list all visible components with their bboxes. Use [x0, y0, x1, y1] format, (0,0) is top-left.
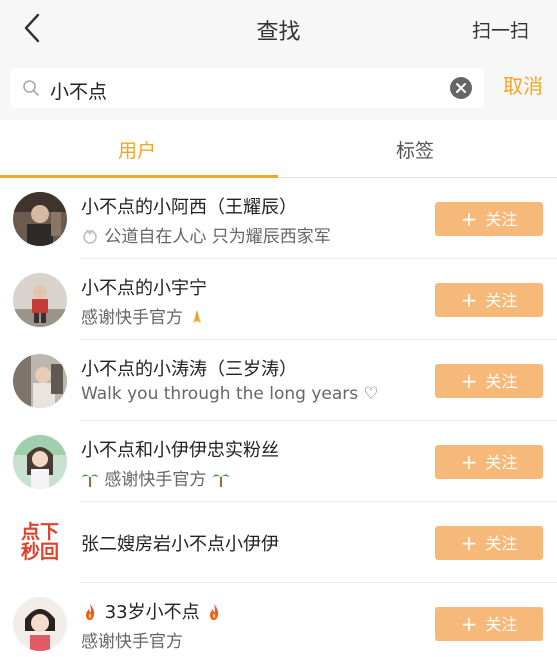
palm-tree-icon: [212, 470, 230, 488]
user-name: 33岁小不点: [81, 598, 223, 624]
search-query: 小不点: [50, 81, 108, 103]
plus-icon: +: [460, 531, 478, 555]
search-bar: 小不点 取消: [0, 58, 557, 120]
tab-users[interactable]: 用户: [118, 136, 156, 163]
user-description: Walk you through the long years ♡: [81, 384, 379, 404]
pray-icon: [188, 308, 206, 326]
follow-button[interactable]: + 关注: [435, 202, 543, 236]
clear-icon[interactable]: [450, 77, 472, 99]
list-item[interactable]: 点下 秒回 张二嫂房岩小不点小伊伊 + 关注: [0, 502, 557, 583]
user-result-list: 小不点的小阿西（王耀辰） 公道自在人心 只为耀辰西家军 + 关注 小不点的小宇宁 …: [0, 178, 557, 657]
user-name: 小不点的小涛涛（三岁涛）: [81, 359, 297, 380]
fire-icon: [81, 603, 99, 621]
user-description: 感谢快手官方: [81, 303, 206, 328]
cancel-button[interactable]: 取消: [503, 70, 543, 99]
avatar: [13, 273, 67, 327]
list-item[interactable]: 33岁小不点 感谢快手官方 + 关注: [0, 583, 557, 657]
follow-button[interactable]: + 关注: [435, 364, 543, 398]
scan-button[interactable]: 扫一扫: [472, 16, 529, 43]
follow-button[interactable]: + 关注: [435, 445, 543, 479]
avatar: [13, 354, 67, 408]
plus-icon: +: [460, 450, 478, 474]
medal-icon: [81, 227, 99, 245]
list-item[interactable]: 小不点的小涛涛（三岁涛） Walk you through the long y…: [0, 340, 557, 421]
plus-icon: +: [460, 369, 478, 393]
follow-button[interactable]: + 关注: [435, 526, 543, 560]
user-description: 感谢快手官方: [81, 465, 230, 490]
palm-tree-icon: [81, 470, 99, 488]
user-name: 小不点的小宇宁: [81, 278, 207, 299]
list-item[interactable]: 小不点的小阿西（王耀辰） 公道自在人心 只为耀辰西家军 + 关注: [0, 178, 557, 259]
tab-bar: 用户 标签: [0, 120, 557, 178]
top-bar: 查找 扫一扫: [0, 0, 557, 58]
fire-icon: [205, 603, 223, 621]
avatar: [13, 192, 67, 246]
plus-icon: +: [460, 207, 478, 231]
plus-icon: +: [460, 612, 478, 636]
user-name: 小不点和小伊伊忠实粉丝: [81, 440, 279, 461]
avatar: [13, 597, 67, 651]
avatar: 点下 秒回: [13, 516, 67, 570]
user-description: 公道自在人心 只为耀辰西家军: [81, 222, 331, 247]
follow-button[interactable]: + 关注: [435, 607, 543, 641]
avatar: [13, 435, 67, 489]
user-name: 张二嫂房岩小不点小伊伊: [81, 534, 279, 555]
user-description: 感谢快手官方: [81, 632, 183, 652]
follow-button[interactable]: + 关注: [435, 283, 543, 317]
search-input[interactable]: 小不点: [10, 68, 484, 108]
user-name: 小不点的小阿西（王耀辰）: [81, 197, 297, 218]
search-icon: [23, 80, 39, 96]
list-item[interactable]: 小不点和小伊伊忠实粉丝 感谢快手官方 + 关注: [0, 421, 557, 502]
list-item[interactable]: 小不点的小宇宁 感谢快手官方 + 关注: [0, 259, 557, 340]
plus-icon: +: [460, 288, 478, 312]
tab-tags[interactable]: 标签: [396, 136, 434, 163]
